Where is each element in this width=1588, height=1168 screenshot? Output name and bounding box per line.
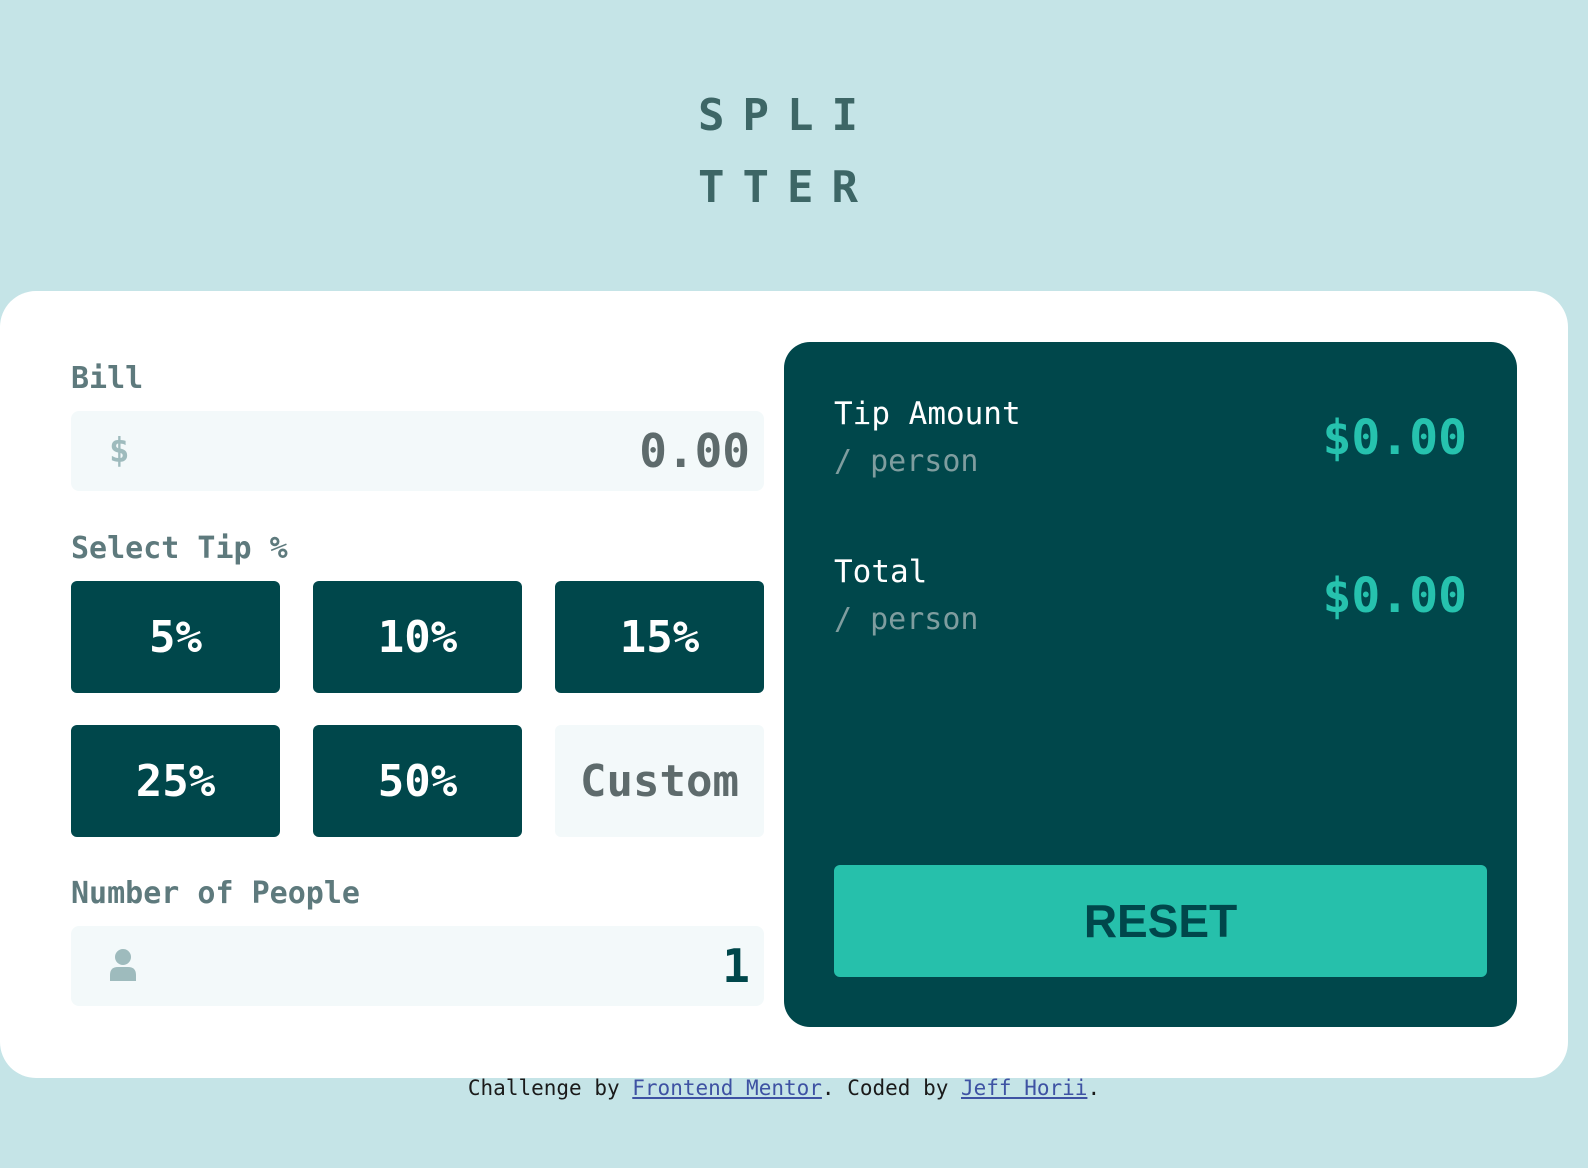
- logo-line-2: TTER: [698, 162, 876, 213]
- people-label: Number of People: [71, 876, 360, 911]
- logo-line-1: SPLI: [698, 90, 876, 141]
- total-title: Total: [834, 554, 928, 590]
- footer-prefix: Challenge by: [467, 1076, 633, 1100]
- author-link[interactable]: Jeff Horii: [961, 1076, 1087, 1100]
- tip-amount-title: Tip Amount: [834, 396, 1021, 432]
- tip-amount-value: $0.00: [1322, 410, 1468, 466]
- tip-amount-per-person: / person: [834, 444, 979, 479]
- tip-button-15[interactable]: 15%: [555, 581, 764, 693]
- attribution-footer: Challenge by Frontend Mentor. Coded by J…: [0, 1076, 1568, 1100]
- people-input[interactable]: 1: [71, 926, 764, 1006]
- dollar-icon: $: [109, 431, 130, 471]
- tip-button-5[interactable]: 5%: [71, 581, 280, 693]
- total-per-person: / person: [834, 602, 979, 637]
- bill-value: 0.00: [639, 424, 750, 478]
- logo: SPLI TTER: [698, 80, 898, 224]
- people-value: 1: [722, 939, 750, 993]
- custom-tip-placeholder: Custom: [580, 755, 739, 807]
- custom-tip-input[interactable]: Custom: [555, 725, 764, 837]
- footer-middle: . Coded by: [821, 1076, 961, 1100]
- bill-input[interactable]: $ 0.00: [71, 411, 764, 491]
- reset-button[interactable]: RESET: [834, 865, 1487, 977]
- footer-suffix: .: [1087, 1076, 1101, 1100]
- tip-button-25[interactable]: 25%: [71, 725, 280, 837]
- frontend-mentor-link[interactable]: Frontend Mentor: [632, 1076, 822, 1100]
- person-icon: [109, 948, 137, 986]
- results-panel: Tip Amount / person $0.00 Total / person…: [784, 342, 1517, 1027]
- select-tip-label: Select Tip %: [71, 531, 288, 566]
- bill-label: Bill: [71, 361, 144, 396]
- total-value: $0.00: [1322, 568, 1468, 624]
- tip-button-50[interactable]: 50%: [313, 725, 522, 837]
- tip-button-10[interactable]: 10%: [313, 581, 522, 693]
